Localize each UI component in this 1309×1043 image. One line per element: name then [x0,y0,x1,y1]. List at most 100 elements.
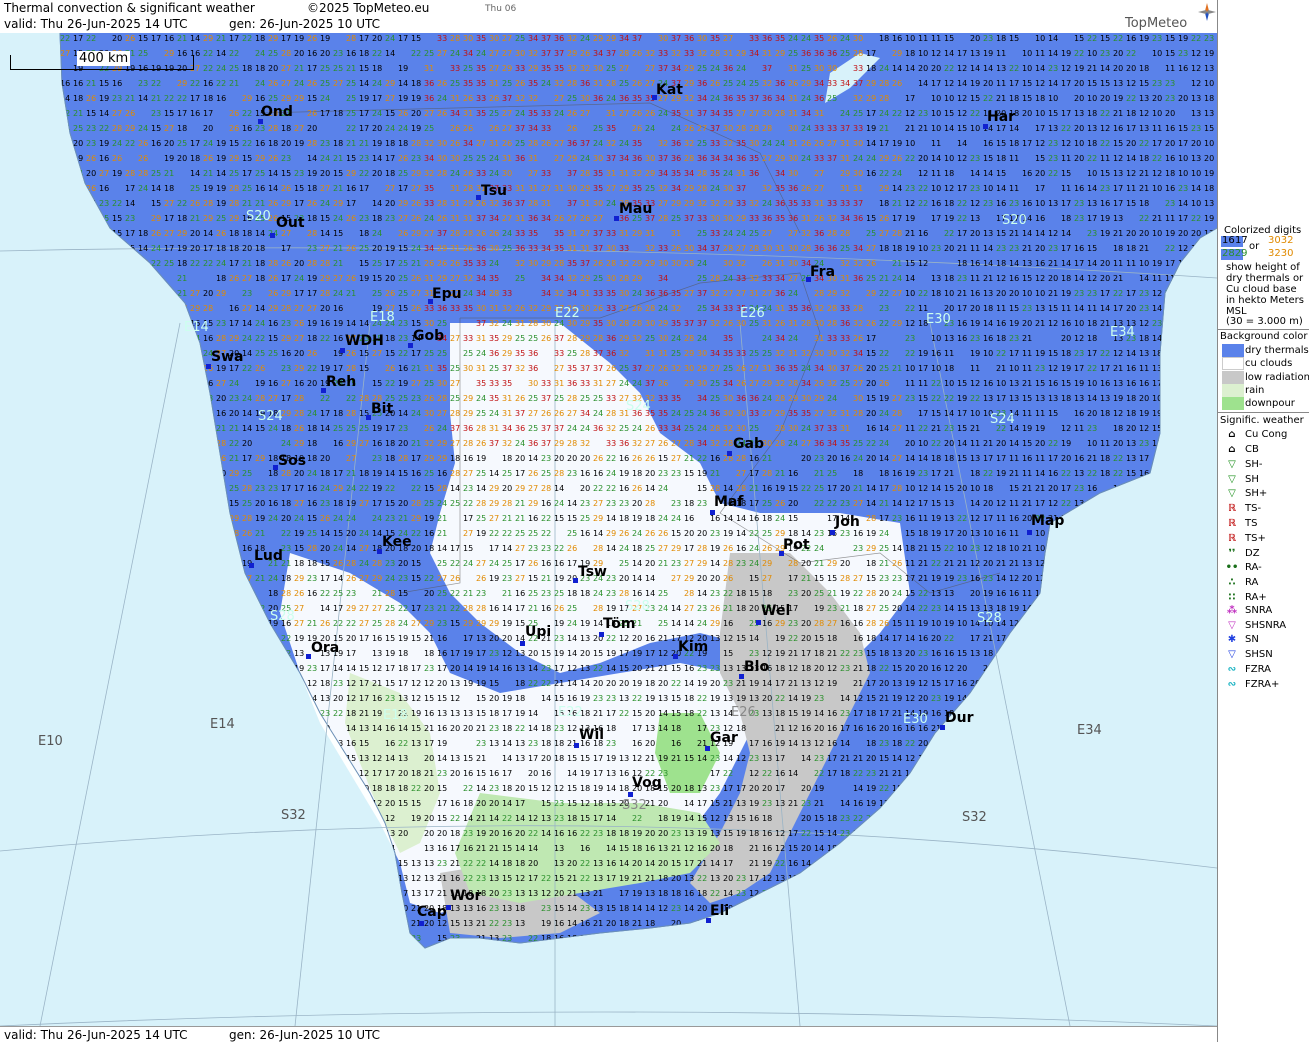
height-digit: 18 [398,649,408,658]
height-digit: 16 [983,334,993,343]
height-digit: 12 [1100,124,1110,133]
height-digit: 21 [333,244,343,253]
height-digit: 20 [567,859,577,868]
height-digit: 36 [567,379,577,388]
height-digit: 24 [736,229,746,238]
height-digit: 18 [73,424,83,433]
height-digit: 23 [1191,124,1201,133]
height-digit: 27 [502,214,512,223]
height-digit: 24 [60,289,70,298]
height-digit: 14 [736,529,746,538]
height-digit: 11 [996,304,1006,313]
height-digit: 16 [749,514,759,523]
height-digit: 19 [957,394,967,403]
height-digit: 23 [983,199,993,208]
height-digit: 17 [1074,679,1084,688]
height-digit: 15 [242,859,252,868]
height-digit: 30 [801,394,811,403]
height-digit: 18 [697,889,707,898]
height-digit: 14 [801,754,811,763]
height-digit: 15 [359,364,369,373]
height-digit: 22 [255,664,265,673]
height-digit: 20 [1113,499,1123,508]
height-digit: 27 [242,304,252,313]
height-digit: 14 [268,184,278,193]
height-digit: 12 [723,634,733,643]
height-digit: 14 [489,814,499,823]
height-digit: 23 [788,619,798,628]
height-digit: 25 [879,544,889,553]
height-digit: 27 [411,184,421,193]
height-digit: 22 [1048,169,1058,178]
height-digit: 23 [1165,94,1175,103]
height-digit: 20 [554,454,564,463]
height-digit: 28 [840,574,850,583]
height-digit: 24 [190,379,200,388]
height-digit: 12 [502,649,512,658]
height-digit: 14 [437,754,447,763]
height-digit: 14 [879,874,889,883]
height-digit: 28 [86,529,96,538]
height-digit: 21 [346,289,356,298]
height-digit: 17 [164,484,174,493]
height-digit: 36 [840,319,850,328]
height-digit: 25 [307,529,317,538]
map-area[interactable]: 22 17 22 20 26 15 17 16 21 14 29 21 17 22 18 29 17 19 26 19… [0,33,1217,1026]
height-digit: 26 [528,559,538,568]
height-digit: 16 [60,274,70,283]
height-digit: 15 [528,574,538,583]
height-digit: 16 [554,559,564,568]
height-digit: 18 [411,769,421,778]
height-digit: 19 [736,829,746,838]
height-digit: 14 [1048,79,1058,88]
height-digit: 25 [424,349,434,358]
height-digit: 19 [905,214,915,223]
height-digit: 23 [268,484,278,493]
height-digit: 21 [1204,799,1214,808]
height-digit: 10 [931,109,941,118]
height-digit: 13 [294,649,304,658]
height-digit: 14 [229,904,239,913]
height-digit: 27 [788,274,798,283]
height-digit: 21 [866,859,876,868]
height-digit: 17 [450,544,460,553]
height-digit: 29 [502,334,512,343]
height-digit: 24 [60,364,70,373]
height-digit: 17 [1113,199,1123,208]
height-digit: 14 [723,514,733,523]
height-digit: 19 [1061,364,1071,373]
height-digit: 23 [970,334,980,343]
height-digit: 23 [1191,664,1201,673]
height-digit: 22 [60,109,70,118]
height-digit: 20 [1022,574,1032,583]
height-digit: 16 [957,934,967,943]
height-digit: 21 [190,214,200,223]
height-digit: 22 [307,364,317,373]
height-digit: 28 [294,409,304,418]
height-digit: 35 [463,259,473,268]
height-digit: 20 [1061,334,1071,343]
height-digit: 18 [645,919,655,928]
height-digit: 14 [606,544,616,553]
height-digit: 14 [268,694,278,703]
height-digit: 33 [736,349,746,358]
height-digit: 31 [541,199,551,208]
height-digit: 17 [229,34,239,43]
height-digit: 12 [1191,79,1201,88]
height-digit: 10 [1152,229,1162,238]
height-digit: 17 [1178,439,1188,448]
height-digit: 28 [619,319,629,328]
height-digit: 27 [424,229,434,238]
height-digit: 23 [1087,424,1097,433]
height-digit: 15 [1126,769,1136,778]
height-digit: 35 [710,169,720,178]
height-digit: 14 [892,184,902,193]
height-digit: 36 [710,409,720,418]
height-digit: 22 [190,259,200,268]
height-digit: 20 [1178,94,1188,103]
height-digit: 24 [138,184,148,193]
height-digit: 22 [840,844,850,853]
height-digit: 24 [437,424,447,433]
height-digit: 13 [1048,559,1058,568]
height-digit: 13 [424,859,434,868]
